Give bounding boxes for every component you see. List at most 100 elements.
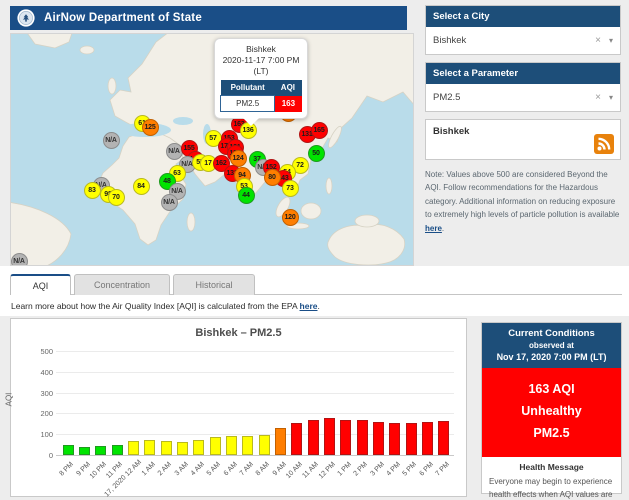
select-city-panel: Select a City Bishkek × ▾	[425, 5, 621, 55]
parameter-clear-icon[interactable]: ×	[595, 92, 601, 103]
chart-bar	[422, 422, 433, 455]
chart-bar	[144, 440, 155, 455]
aqi-note-suffix: .	[442, 224, 444, 233]
tooltip-aqi-value: 163	[275, 96, 302, 112]
chart-bar	[308, 420, 319, 455]
chart-y-tick: 0	[25, 451, 53, 460]
map-marker[interactable]: N/A	[161, 194, 178, 211]
map-tooltip: Bishkek 2020-11-17 7:00 PM (LT) Pollutan…	[214, 38, 308, 119]
health-message-block: Health Message Everyone may begin to exp…	[482, 457, 621, 500]
map-marker[interactable]: 165	[311, 122, 328, 139]
rss-city-label: Bishkek	[426, 120, 620, 137]
map-marker[interactable]: N/A	[11, 253, 28, 267]
chart-bar	[406, 423, 417, 455]
chart-y-tick: 300	[25, 389, 53, 398]
map-marker[interactable]: 50	[308, 145, 325, 162]
parameter-dropdown-caret-icon[interactable]: ▾	[609, 93, 613, 102]
chart-bar	[193, 440, 204, 455]
map-marker[interactable]: 83	[84, 182, 101, 199]
city-select-value: Bishkek	[433, 35, 595, 46]
chart-gridline	[56, 351, 454, 352]
map-marker[interactable]: 44	[238, 187, 255, 204]
chart-bar	[324, 418, 335, 455]
map-marker[interactable]: 125	[142, 119, 159, 136]
chart-y-tick: 500	[25, 347, 53, 356]
chart-gridline	[56, 393, 454, 394]
rss-panel: Bishkek	[425, 119, 621, 160]
tab-historical[interactable]: Historical	[173, 274, 255, 295]
app-title: AirNow Department of State	[44, 12, 202, 24]
parameter-select[interactable]: PM2.5 × ▾	[426, 84, 620, 111]
chart-bar	[112, 445, 123, 455]
aqi-category: Unhealthy	[482, 401, 621, 423]
chart-y-axis-label: AQI	[4, 393, 13, 407]
learn-more-body: Learn more about how the Air Quality Ind…	[11, 301, 300, 311]
map-marker[interactable]: 84	[133, 178, 150, 195]
map-marker[interactable]: N/A	[103, 132, 120, 149]
department-of-state-seal-icon	[17, 9, 35, 27]
current-conditions-title: Current Conditions	[485, 328, 618, 339]
map-marker[interactable]: 124	[230, 150, 247, 167]
tooltip-col-pollutant: Pollutant	[221, 80, 275, 96]
learn-more-here-link[interactable]: here	[300, 301, 318, 311]
world-map-land	[11, 34, 414, 266]
city-dropdown-caret-icon[interactable]: ▾	[609, 36, 613, 45]
map-marker[interactable]: N/A	[166, 143, 183, 160]
learn-more-text: Learn more about how the Air Quality Ind…	[11, 301, 320, 311]
chart-bar	[242, 436, 253, 455]
chart-bar	[340, 420, 351, 455]
chart-bar	[226, 436, 237, 455]
map-marker[interactable]: 73	[282, 180, 299, 197]
city-select[interactable]: Bishkek × ▾	[426, 27, 620, 54]
airnow-page: AirNow Department of State	[0, 0, 629, 500]
chart-bar	[95, 446, 106, 455]
chart-y-tick: 200	[25, 409, 53, 418]
select-parameter-panel: Select a Parameter PM2.5 × ▾	[425, 62, 621, 112]
chart-bar	[357, 420, 368, 455]
chart-bar	[438, 421, 449, 455]
rss-feed-icon[interactable]	[594, 134, 614, 154]
chart-gridline	[56, 455, 454, 456]
chart-title: Bishkek – PM2.5	[11, 327, 466, 339]
tooltip-pollutant-value: PM2.5	[221, 96, 275, 112]
chart-bar	[291, 423, 302, 455]
chart-bar	[161, 441, 172, 455]
map-marker[interactable]: 80	[264, 169, 281, 186]
chart-bar	[128, 441, 139, 455]
aqi-note: Note: Values above 500 are considered Be…	[425, 168, 623, 235]
chart-y-tick: 100	[25, 430, 53, 439]
chart-bar	[275, 428, 286, 455]
map[interactable]: 61125N/AN/A8398708457N/A155142N/A5517634…	[10, 33, 414, 266]
current-conditions-header: Current Conditions observed at Nov 17, 2…	[482, 323, 621, 368]
chart-bar	[177, 442, 188, 455]
map-marker[interactable]: 120	[282, 209, 299, 226]
chart-bar	[389, 423, 400, 455]
chart-bar	[259, 435, 270, 455]
tooltip-datetime: 2020-11-17 7:00 PM	[220, 55, 302, 66]
chart-bar	[210, 437, 221, 455]
tooltip-table: Pollutant AQI PM2.5 163	[220, 80, 302, 112]
chart-y-tick: 400	[25, 368, 53, 377]
chart-bar	[79, 447, 90, 455]
observed-timestamp: Nov 17, 2020 7:00 PM (LT)	[485, 352, 618, 362]
current-conditions-panel: Current Conditions observed at Nov 17, 2…	[481, 322, 622, 494]
observed-at-label: observed at	[485, 341, 618, 350]
chart-gridline	[56, 372, 454, 373]
tooltip-city: Bishkek	[220, 44, 302, 55]
select-parameter-header: Select a Parameter	[426, 63, 620, 84]
app-header: AirNow Department of State	[10, 6, 407, 30]
tab-aqi[interactable]: AQI	[10, 274, 71, 295]
health-message-title: Health Message	[489, 462, 614, 472]
tab-concentration[interactable]: Concentration	[74, 274, 170, 295]
city-clear-icon[interactable]: ×	[595, 35, 601, 46]
aqi-value: 163 AQI	[482, 379, 621, 401]
aqi-status-block: 163 AQI Unhealthy PM2.5	[482, 368, 621, 457]
aqi-pollutant: PM2.5	[482, 423, 621, 445]
tooltip-timezone: (LT)	[220, 66, 302, 77]
aqi-chart-panel: Bishkek – PM2.5 AQI 01002003004005008 PM…	[10, 318, 467, 497]
aqi-note-text: Note: Values above 500 are considered Be…	[425, 170, 619, 219]
tabbar: AQIConcentrationHistorical	[10, 274, 622, 295]
map-marker[interactable]: 70	[108, 189, 125, 206]
select-city-header: Select a City	[426, 6, 620, 27]
note-here-link[interactable]: here	[425, 224, 442, 233]
